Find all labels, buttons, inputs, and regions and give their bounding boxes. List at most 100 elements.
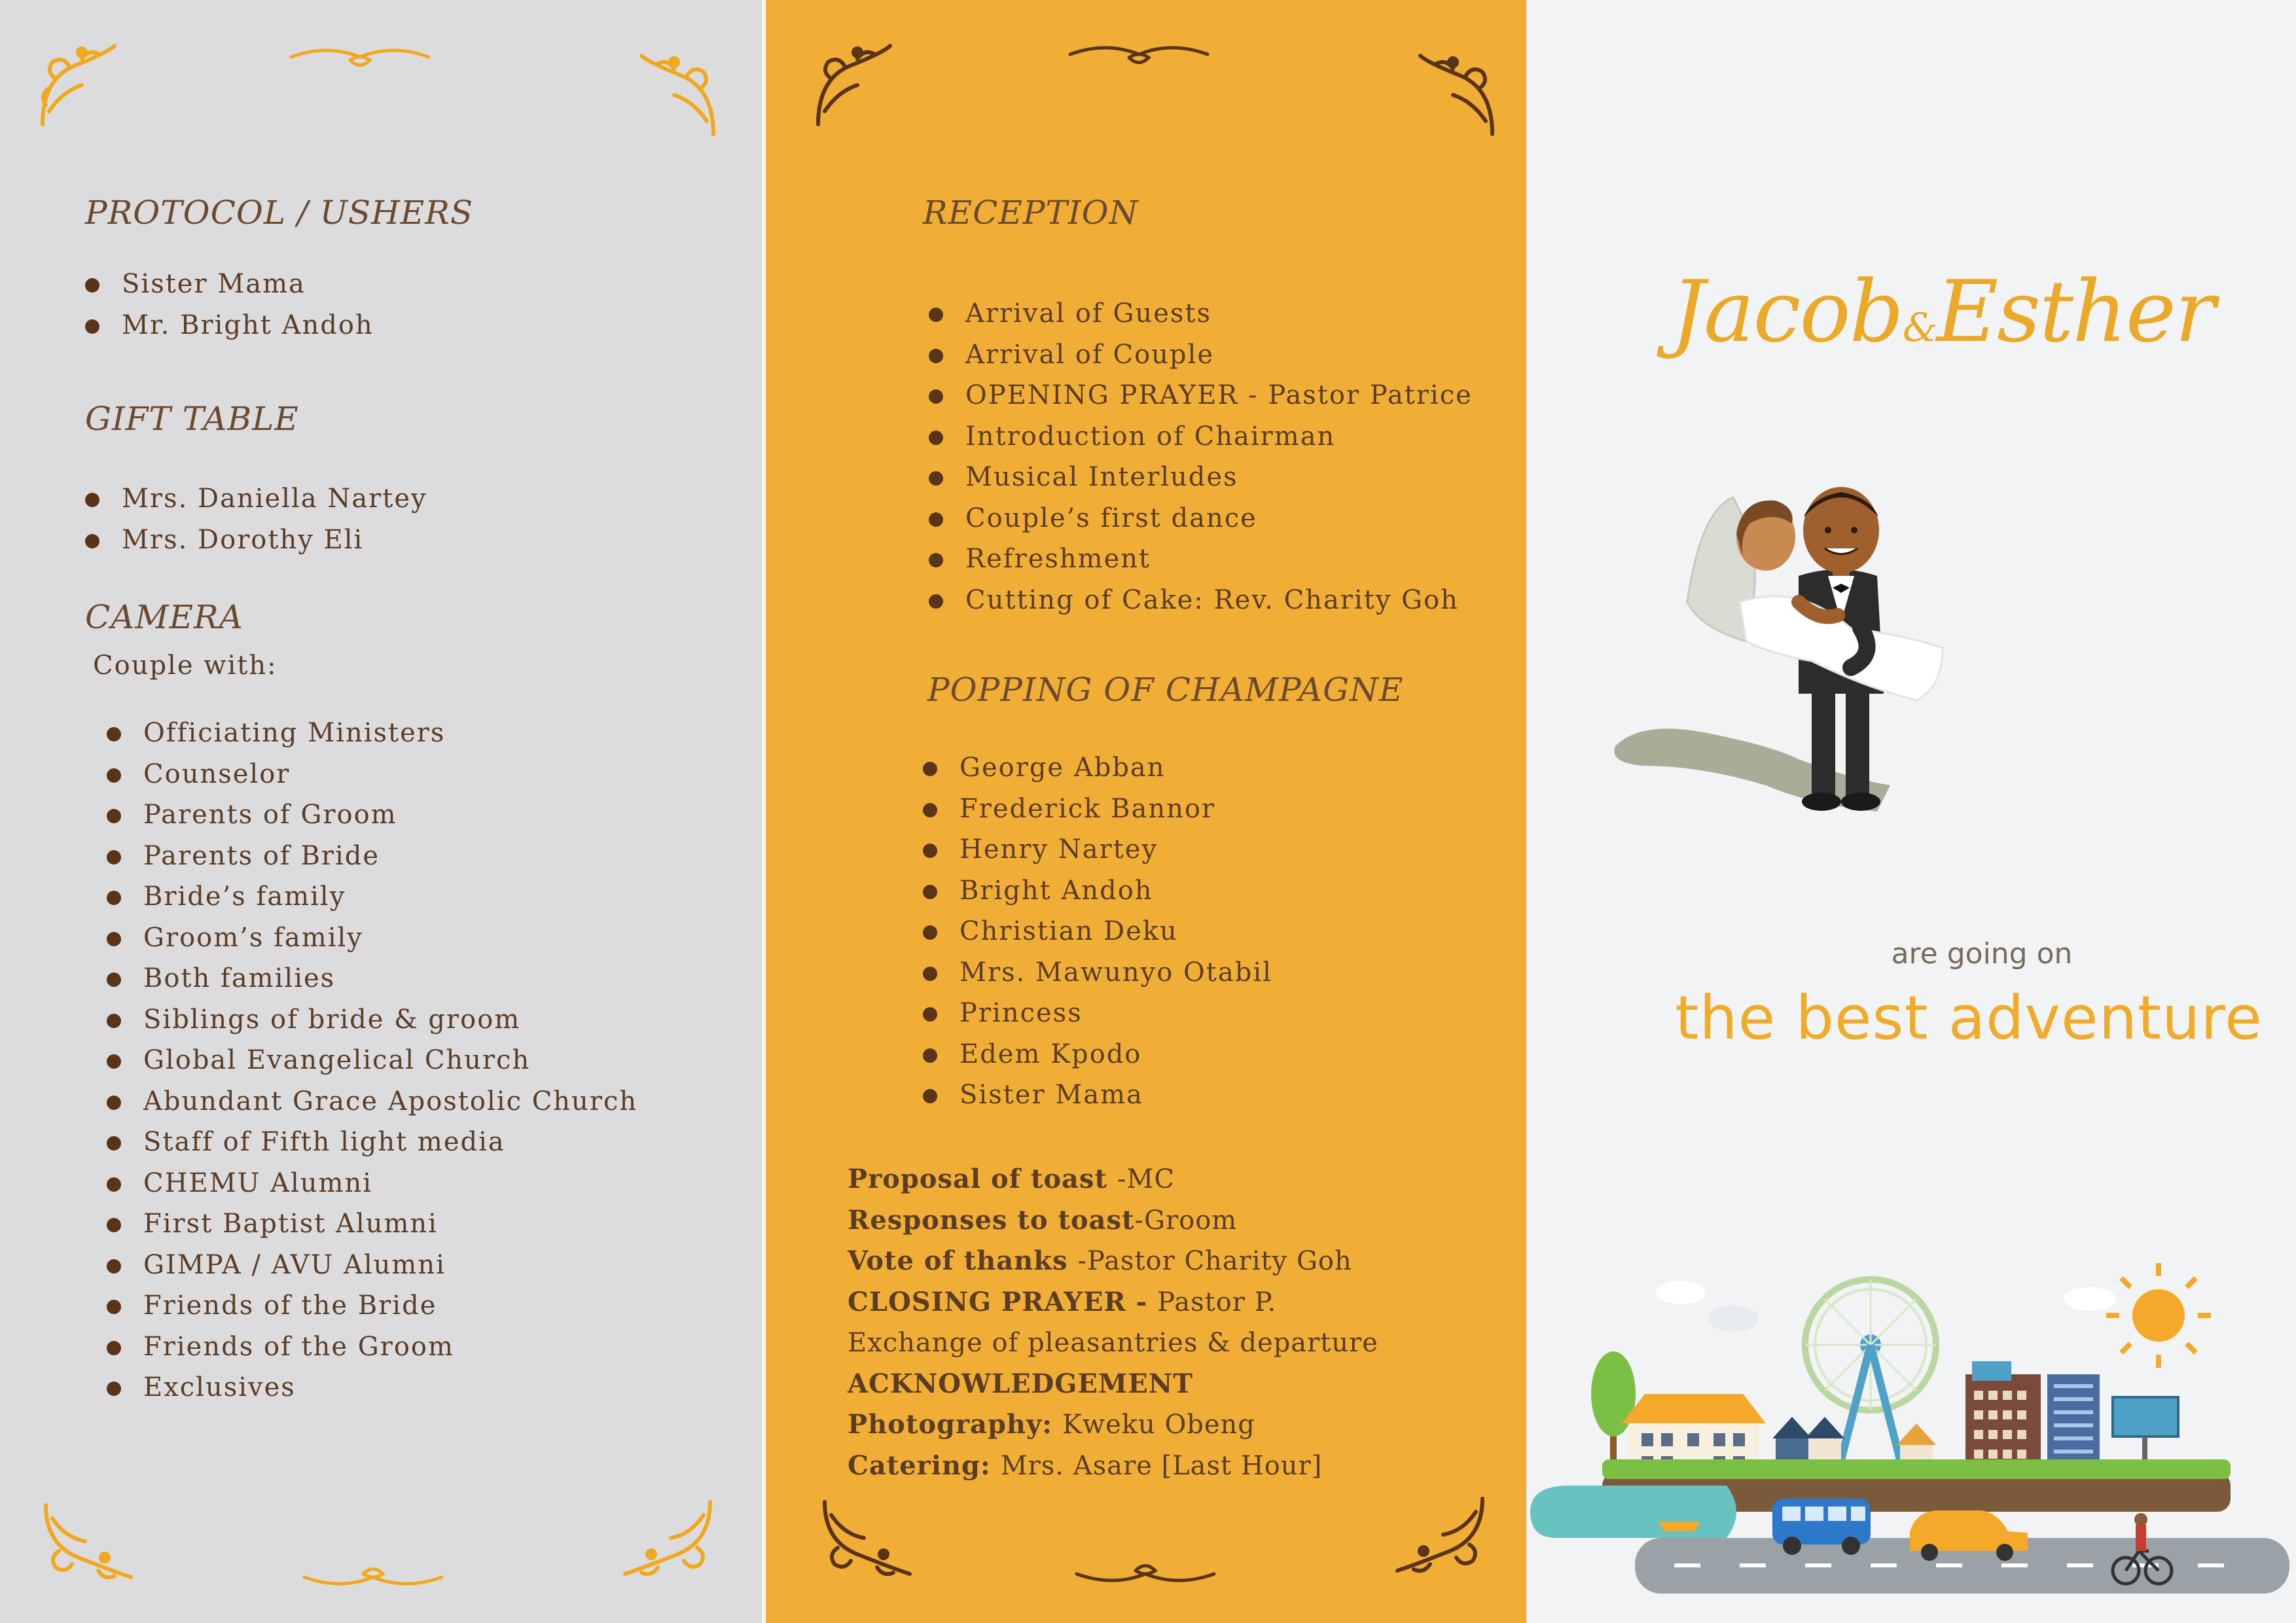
list-item: Sister Mama	[923, 1075, 1272, 1116]
bullet-icon	[107, 1340, 121, 1355]
camera-list: Officiating Ministers Counselor Parents …	[107, 713, 637, 1408]
list-item: Sister Mama	[85, 264, 374, 305]
list-item: GIMPA / AVU Alumni	[107, 1245, 637, 1286]
corner-ornament-icon	[1395, 1497, 1484, 1573]
bullet-icon	[107, 972, 121, 987]
bullet-icon	[107, 891, 121, 905]
list-item: OPENING PRAYER - Pastor Patrice	[929, 375, 1473, 416]
reception-heading: RECEPTION	[923, 194, 1139, 232]
corner-ornament-icon	[816, 44, 892, 126]
list-item: Global Evangelical Church	[107, 1040, 637, 1081]
bullet-icon	[923, 1007, 937, 1022]
list-item: Mrs. Mawunyo Otabil	[923, 952, 1272, 993]
left-panel: PROTOCOL / USHERS Sister Mama Mr. Bright…	[0, 0, 762, 1623]
bullet-icon	[929, 471, 943, 486]
list-item: Cutting of Cake: Rev. Charity Goh	[929, 580, 1473, 621]
bullet-icon	[929, 308, 943, 322]
list-item: Staff of Fifth light media	[107, 1122, 637, 1163]
bullet-icon	[107, 1258, 121, 1274]
bullet-icon	[107, 849, 121, 865]
bullet-icon	[107, 931, 121, 946]
list-item: Officiating Ministers	[107, 713, 637, 754]
bullet-icon	[107, 1136, 121, 1150]
closing-row: Responses to toast-Groom	[848, 1204, 1238, 1236]
middle-panel: RECEPTION Arrival of Guests Arrival of C…	[762, 0, 1530, 1623]
list-item: CHEMU Alumni	[107, 1163, 637, 1204]
bullet-icon	[107, 1095, 121, 1110]
closing-programme: Proposal of toast -MC Responses to toast…	[848, 1159, 1378, 1486]
corner-ornament-icon	[639, 54, 715, 136]
bullet-icon	[107, 1382, 121, 1396]
corner-ornament-icon	[1418, 54, 1494, 136]
champagne-list: George Abban Frederick Bannor Henry Nart…	[923, 747, 1272, 1116]
list-item: Princess	[923, 993, 1272, 1034]
reception-list: Arrival of Guests Arrival of Couple OPEN…	[929, 293, 1473, 620]
champagne-heading: POPPING OF CHAMPAGNE	[927, 671, 1404, 709]
list-item: Parents of Groom	[107, 794, 637, 836]
gift-table-list: Mrs. Daniella Nartey Mrs. Dorothy Eli	[85, 478, 427, 560]
corner-ornament-icon	[41, 44, 117, 126]
corner-ornament-icon	[823, 1500, 912, 1577]
list-item: Friends of the Bride	[107, 1285, 637, 1327]
list-item: Groom’s family	[107, 918, 637, 959]
protocol-heading: PROTOCOL / USHERS	[85, 194, 474, 232]
list-item: George Abban	[923, 747, 1272, 789]
closing-row: CLOSING PRAYER - Pastor P.	[848, 1286, 1277, 1317]
headline-text: the best adventure	[1675, 983, 2263, 1053]
bullet-icon	[929, 389, 943, 404]
list-item: Parents of Bride	[107, 836, 637, 877]
protocol-list: Sister Mama Mr. Bright Andoh	[85, 264, 374, 346]
list-item: Frederick Bannor	[923, 789, 1272, 830]
closing-row: Catering: Mrs. Asare [Last Hour]	[848, 1450, 1323, 1481]
list-item: Bride’s family	[107, 876, 637, 918]
bullet-icon	[923, 844, 937, 858]
couple-names-title: Jacob&Esther	[1671, 262, 2215, 361]
bottom-flourish-icon	[302, 1567, 444, 1586]
top-flourish-icon	[1068, 46, 1210, 64]
bullet-icon	[923, 1089, 937, 1103]
list-item: Exclusives	[107, 1367, 637, 1408]
list-item: Siblings of bride & groom	[107, 999, 637, 1041]
bullet-icon	[929, 430, 943, 445]
list-item: Arrival of Guests	[929, 293, 1473, 334]
closing-row: ACKNOWLEDGEMENT	[848, 1368, 1194, 1399]
list-item: Musical Interludes	[929, 457, 1473, 498]
camera-heading: CAMERA	[85, 598, 243, 636]
list-item: Edem Kpodo	[923, 1034, 1272, 1075]
bullet-icon	[107, 1218, 121, 1232]
bullet-icon	[85, 278, 99, 293]
closing-row: Proposal of toast -MC	[848, 1164, 1175, 1194]
bullet-icon	[107, 768, 121, 783]
list-item: Mr. Bright Andoh	[85, 305, 374, 346]
list-item: Refreshment	[929, 539, 1473, 580]
bullet-icon	[923, 966, 937, 981]
bullet-icon	[85, 533, 99, 548]
bullet-icon	[107, 1300, 121, 1314]
top-flourish-icon	[289, 48, 431, 67]
bullet-icon	[923, 1048, 937, 1063]
list-item: Arrival of Couple	[929, 334, 1473, 376]
corner-ornament-icon	[623, 1500, 712, 1577]
bottom-flourish-icon	[1075, 1564, 1216, 1582]
city-illustration	[1530, 1263, 2289, 1594]
bullet-icon	[923, 762, 937, 776]
camera-subheading: Couple with:	[93, 651, 278, 681]
list-item: Mrs. Dorothy Eli	[85, 520, 427, 561]
right-panel: Jacob&Esther are going on the best adven…	[1530, 0, 2296, 1623]
bullet-icon	[107, 1177, 121, 1192]
bullet-icon	[929, 512, 943, 527]
list-item: Counselor	[107, 754, 637, 795]
tagline-text: are going on	[1891, 937, 2073, 971]
closing-row: Photography: Kweku Obeng	[848, 1409, 1255, 1440]
bullet-icon	[107, 1013, 121, 1028]
closing-row: Exchange of pleasantries & departure	[848, 1328, 1378, 1358]
list-item: First Baptist Alumni	[107, 1204, 637, 1245]
list-item: Couple’s first dance	[929, 498, 1473, 539]
gift-table-heading: GIFT TABLE	[85, 400, 299, 438]
bullet-icon	[107, 727, 121, 741]
bullet-icon	[107, 1054, 121, 1069]
bullet-icon	[85, 493, 99, 507]
bullet-icon	[85, 319, 99, 334]
bullet-icon	[923, 925, 937, 940]
list-item: Abundant Grace Apostolic Church	[107, 1081, 637, 1122]
